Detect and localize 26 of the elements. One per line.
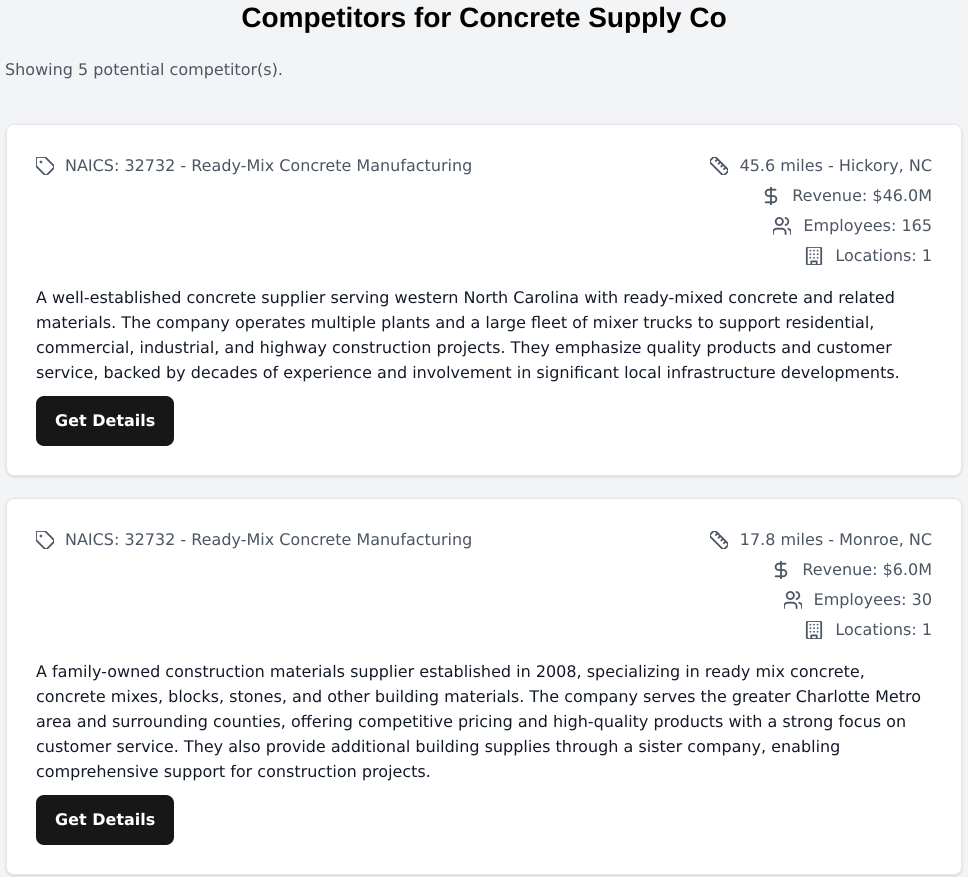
company-description: A family-owned construction materials supplier established in 2008, specializing in ready mix concrete, concrete mixes, blocks, stones, and other building materials. The company serves the greater Charlotte Metro area and surrounding counties, offering competitive pricing and high-quality products with a strong focus on customer service. They also provide additional building supplies through a sister company, enabling comprehensive support for construction projects. (36, 661, 922, 783)
distance-label: 45.6 miles - Hickory, NC (740, 155, 932, 177)
revenue-label: Revenue: $6.0M (802, 559, 932, 581)
get-details-button[interactable]: Get Details (36, 795, 174, 845)
users-icon (784, 591, 802, 609)
employees-label: Employees: 165 (803, 215, 932, 237)
users-icon (773, 217, 792, 235)
building-icon (805, 247, 824, 265)
dollar-icon (762, 187, 780, 205)
revenue-label: Revenue: $46.0M (792, 185, 932, 207)
page-title: Competitors for Concrete Supply Co (241, 1, 727, 35)
tag-icon (36, 157, 54, 175)
employees-label: Employees: 30 (814, 589, 932, 611)
ruler-icon (710, 157, 728, 175)
building-icon (805, 621, 824, 639)
dollar-icon (772, 561, 790, 579)
result-summary: Showing 5 potential competitor(s). (5, 59, 283, 81)
distance-label: 17.8 miles - Monroe, NC (740, 529, 932, 551)
ruler-icon (710, 531, 728, 549)
tag-icon (36, 531, 54, 549)
naics-code: NAICS: 32732 - Ready-Mix Concrete Manufacturing (65, 529, 472, 551)
naics-code: NAICS: 32732 - Ready-Mix Concrete Manufacturing (65, 155, 472, 177)
locations-label: Locations: 1 (835, 245, 932, 267)
locations-label: Locations: 1 (835, 619, 932, 641)
company-description: A well-established concrete supplier serving western North Carolina with ready-mixed concrete and related materials. The company operates multiple plants and a large fleet of mixer trucks to support residential, commercial, industrial, and highway construction projects. They emphasize quality products and customer service, backed by decades of experience and involvement in significant local infrastructure developments. (36, 287, 901, 384)
get-details-button[interactable]: Get Details (36, 396, 174, 446)
